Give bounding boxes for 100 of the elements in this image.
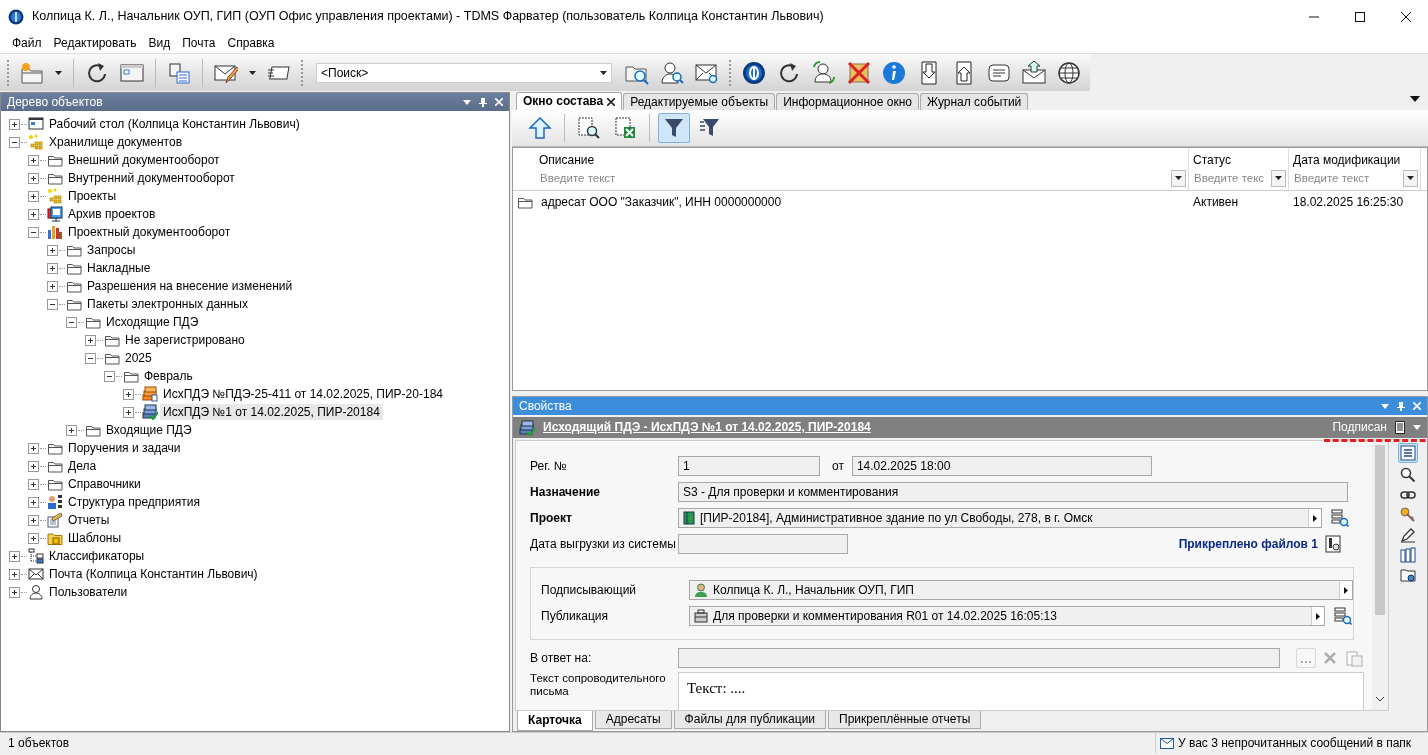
search-icon[interactable] <box>1400 467 1416 483</box>
tab[interactable]: Редактируемые объекты <box>623 93 776 110</box>
expand-toggle[interactable] <box>9 550 20 562</box>
expand-toggle[interactable] <box>66 424 77 436</box>
expand-toggle[interactable] <box>28 514 39 526</box>
tree-item[interactable]: Февраль <box>141 367 196 385</box>
expand-toggle[interactable] <box>28 442 39 454</box>
expand-toggle[interactable] <box>28 190 39 202</box>
close-icon[interactable] <box>1400 10 1412 23</box>
tab[interactable]: Файлы для публикации <box>673 711 827 729</box>
menu-item[interactable]: Справка <box>223 34 279 52</box>
tab[interactable]: Адресаты <box>594 711 672 729</box>
expand-toggle[interactable] <box>123 406 134 418</box>
expand-toggle[interactable] <box>28 496 39 508</box>
tree-item[interactable]: Исходящие ПДЭ <box>103 313 202 331</box>
expand-toggle[interactable] <box>28 532 39 544</box>
tree-item[interactable]: Проектный документооборот <box>65 223 234 241</box>
browse-button[interactable] <box>1330 508 1350 528</box>
tree-item[interactable]: 2025 <box>122 349 155 367</box>
tab[interactable]: Прикреплённые отчеты <box>828 711 982 729</box>
expand-toggle[interactable] <box>28 460 39 472</box>
tree-item[interactable]: Рабочий стол (Колпица Константин Львович) <box>46 115 303 133</box>
tree-item[interactable]: Разрешения на внесение изменений <box>84 277 296 295</box>
expand-toggle[interactable] <box>9 118 20 130</box>
input-field[interactable]: 1 <box>678 456 820 476</box>
card-view-button[interactable] <box>1398 443 1418 463</box>
tree-item[interactable]: Накладные <box>84 259 154 277</box>
tree-item[interactable]: Не зарегистрировано <box>122 331 248 349</box>
tree-item[interactable]: Структура предприятия <box>65 493 203 511</box>
books-icon[interactable] <box>1400 547 1416 563</box>
tab-menu-icon[interactable] <box>1410 96 1420 103</box>
filter-button[interactable] <box>658 113 690 143</box>
scrollbar-thumb[interactable] <box>1375 445 1385 615</box>
tree-item[interactable]: Почта (Колпица Константин Львович) <box>46 565 261 583</box>
expand-toggle[interactable] <box>85 352 96 364</box>
column-header[interactable]: Описание <box>539 152 595 168</box>
search-field[interactable]: <Поиск> <box>316 62 612 83</box>
tree-item[interactable]: Справочники <box>65 475 144 493</box>
attachments-link[interactable]: Прикреплено файлов 1 <box>1178 536 1318 552</box>
expand-toggle[interactable] <box>28 226 39 238</box>
tree-item[interactable]: Внешний документооборот <box>65 151 223 169</box>
object-link[interactable]: Исходящий ПДЭ - ИсхПДЭ №1 от 14.02.2025, ПИР-20184 <box>543 420 871 435</box>
expand-toggle[interactable] <box>9 586 20 598</box>
scroll-down-icon[interactable] <box>1376 696 1384 702</box>
expand-toggle[interactable] <box>47 298 58 310</box>
browse-button[interactable] <box>1333 606 1353 626</box>
expand-toggle[interactable] <box>66 316 77 328</box>
menu-item[interactable]: Почта <box>178 34 220 52</box>
tab[interactable]: Информационное окно <box>776 93 919 110</box>
tree-item[interactable]: ИсхПДЭ №1 от 14.02.2025, ПИР-20184 <box>160 403 383 421</box>
filter-dropdown[interactable] <box>1403 169 1418 187</box>
tree-item[interactable]: Отчеты <box>65 511 113 529</box>
menu-item[interactable]: Файл <box>8 34 46 52</box>
signer-selector[interactable]: Колпица К. Л., Начальник ОУП, ГИП <box>689 580 1353 600</box>
expand-toggle[interactable] <box>28 154 39 166</box>
expand-toggle[interactable] <box>28 172 39 184</box>
tab[interactable]: Журнал событий <box>919 93 1029 110</box>
tree-item[interactable]: ИсхПДЭ №ПДЭ-25-411 от 14.02.2025, ПИР-20-184 <box>160 385 446 403</box>
input-field[interactable]: S3 - Для проверки и комментирования <box>678 482 1348 502</box>
input-field[interactable]: 14.02.2025 18:00 <box>851 456 1152 476</box>
menu-item[interactable]: Редактировать <box>49 34 141 52</box>
expand-toggle[interactable] <box>85 334 96 346</box>
tree-item[interactable]: Проекты <box>65 187 120 205</box>
pen-icon[interactable] <box>1400 527 1416 543</box>
folder-gear-icon[interactable] <box>1400 567 1416 583</box>
tree-item[interactable]: Пакеты электронных данных <box>84 295 251 313</box>
attachments-button[interactable] <box>1324 534 1342 554</box>
filter-dropdown[interactable] <box>1171 169 1186 187</box>
tab-close-icon[interactable] <box>607 97 616 106</box>
key-icon[interactable] <box>1400 507 1416 523</box>
expand-toggle[interactable] <box>47 244 58 256</box>
expand-toggle[interactable] <box>9 136 20 148</box>
project-selector[interactable]: [ПИР-20184], Административное здание по ул Свободы, 278, в г. Омск <box>678 508 1322 528</box>
maximize-icon[interactable] <box>1354 10 1366 23</box>
tree-item[interactable]: Внутренний документооборот <box>65 169 238 187</box>
tree-item[interactable]: Дела <box>65 457 100 475</box>
text-area[interactable]: Текст: .... <box>678 672 1364 710</box>
input-field[interactable] <box>678 648 1280 668</box>
input-field[interactable] <box>678 534 848 554</box>
column-header[interactable]: Дата модификации <box>1293 152 1401 168</box>
expand-toggle[interactable] <box>104 370 115 382</box>
expand-toggle[interactable] <box>9 568 20 580</box>
expand-toggle[interactable] <box>47 262 58 274</box>
expand-toggle[interactable] <box>47 280 58 292</box>
tree-item[interactable]: Хранилище документов <box>46 133 186 151</box>
expand-toggle[interactable] <box>123 388 134 400</box>
tree-item[interactable]: Запросы <box>84 241 139 259</box>
tree-item[interactable]: Входящие ПДЭ <box>103 421 195 439</box>
tab[interactable]: Окно состава <box>516 92 623 110</box>
publication-selector[interactable]: Для проверки и комментирования R01 от 14.02.2025 16:05:13 <box>689 606 1325 626</box>
filter-dropdown[interactable] <box>1271 169 1286 187</box>
tree-item[interactable]: Поручения и задачи <box>65 439 184 457</box>
tree-item[interactable]: Шаблоны <box>65 529 125 547</box>
tree-item[interactable]: Классификаторы <box>46 547 148 565</box>
expand-toggle[interactable] <box>28 208 39 220</box>
expand-toggle[interactable] <box>28 478 39 490</box>
tab[interactable]: Карточка <box>517 711 593 731</box>
column-header[interactable]: Статус <box>1193 152 1231 168</box>
menu-item[interactable]: Вид <box>144 34 175 52</box>
tree-item[interactable]: Пользователи <box>46 583 131 601</box>
